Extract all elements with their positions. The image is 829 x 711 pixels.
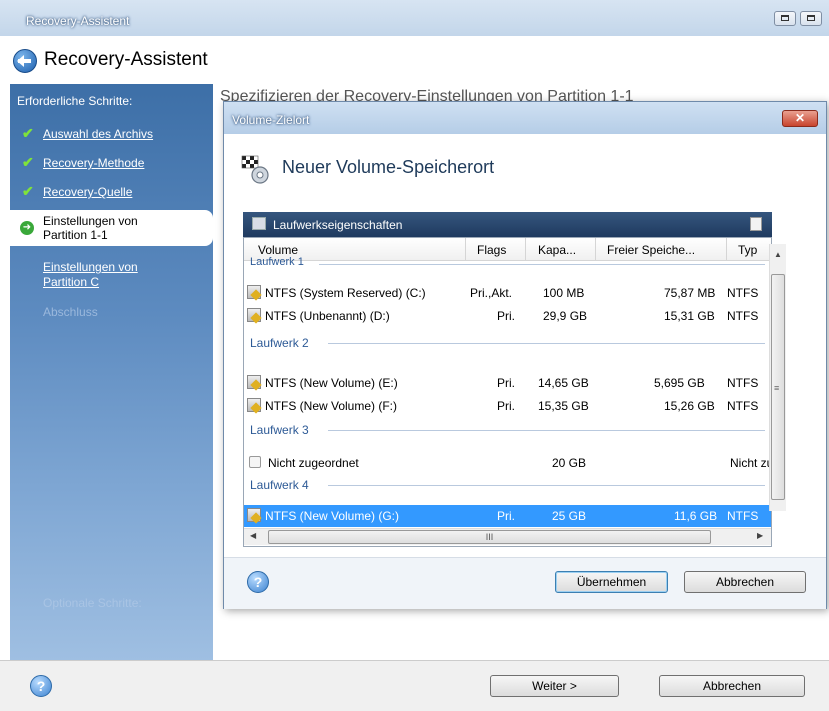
table-row[interactable]: NTFS (Unbenannt) (D:) Pri. 29,9 GB 15,31… — [244, 305, 771, 327]
horizontal-scroll-thumb[interactable]: III — [268, 530, 711, 544]
step-label[interactable]: Recovery-Quelle — [43, 185, 132, 199]
cancel-button[interactable]: Abbrechen — [659, 675, 805, 697]
volume-icon — [247, 375, 261, 389]
dialog-title-bar: Volume-Zielort ✕ — [224, 102, 826, 134]
volume-icon — [247, 285, 261, 299]
table-header: Volume Flags Kapa... Freier Speiche... T… — [244, 238, 771, 261]
group-label-drive-2: Laufwerk 2 — [250, 336, 309, 350]
scroll-up-icon[interactable]: ▲ — [774, 250, 782, 259]
drive-icon — [252, 217, 266, 230]
steps-sidebar: Erforderliche Schritte: ✔ Auswahl des Ar… — [10, 84, 213, 660]
scroll-right-icon[interactable]: ▶ — [757, 531, 763, 540]
step-partition-1-1-settings[interactable]: ➜ Einstellungen von Partition 1-1 — [10, 210, 213, 246]
properties-icon[interactable] — [750, 217, 762, 231]
volume-icon — [247, 308, 261, 322]
group-label-drive-1: Laufwerk 1 — [250, 257, 304, 265]
unallocated-icon — [249, 456, 261, 468]
help-icon[interactable]: ? — [30, 675, 52, 697]
wizard-footer: ? Weiter > Abbrechen — [0, 660, 829, 711]
next-button[interactable]: Weiter > — [490, 675, 619, 697]
column-free-space[interactable]: Freier Speiche... — [607, 243, 695, 257]
step-label: Abschluss — [43, 305, 98, 319]
close-icon[interactable]: ✕ — [782, 110, 818, 127]
dialog-heading: Neuer Volume-Speicherort — [282, 157, 495, 177]
help-icon[interactable]: ? — [247, 571, 269, 593]
checkmark-icon: ✔ — [22, 125, 34, 141]
page-title: Recovery-Assistent — [44, 49, 208, 70]
wizard-header: Recovery-Assistent — [0, 36, 829, 84]
back-arrow-icon[interactable] — [13, 49, 37, 73]
checkmark-icon: ✔ — [22, 154, 34, 170]
group-label-drive-4: Laufwerk 4 — [250, 478, 309, 492]
vertical-scrollbar[interactable]: ▲ ≡ — [769, 244, 786, 511]
scroll-left-icon[interactable]: ◀ — [250, 531, 256, 540]
volume-icon — [247, 508, 261, 522]
window-title: Recovery-Assistent — [26, 14, 130, 28]
recovery-wizard-window: Recovery-Assistent Recovery-Assistent Er… — [0, 0, 829, 711]
table-row[interactable]: Nicht zugeordnet 20 GB Nicht zug — [244, 452, 771, 474]
step-label[interactable]: Einstellungen von Partition C — [43, 260, 183, 290]
table-row[interactable]: NTFS (System Reserved) (C:) Pri.,Akt. 10… — [244, 282, 771, 304]
current-step-arrow-icon: ➜ — [20, 221, 34, 235]
maximize-button[interactable] — [800, 11, 822, 26]
step-label[interactable]: Recovery-Methode — [43, 156, 144, 170]
volume-icon — [247, 398, 261, 412]
checkered-flag-icon — [241, 155, 269, 184]
title-bar: Recovery-Assistent — [0, 0, 829, 37]
horizontal-scrollbar[interactable]: ◀ III ▶ — [244, 528, 771, 545]
checkmark-icon: ✔ — [22, 183, 34, 199]
volume-destination-dialog: Volume-Zielort ✕ Neuer Volume-Speicheror… — [223, 101, 827, 609]
dialog-cancel-button[interactable]: Abbrechen — [684, 571, 806, 593]
step-label[interactable]: Auswahl des Archivs — [43, 127, 153, 141]
panel-title: Laufwerkseigenschaften — [273, 218, 403, 232]
restore-button[interactable] — [774, 11, 796, 26]
dialog-footer: ? Übernehmen Abbrechen — [224, 557, 826, 609]
column-type[interactable]: Typ — [738, 243, 757, 257]
optional-steps-heading: Optionale Schritte: — [43, 596, 142, 610]
apply-button[interactable]: Übernehmen — [555, 571, 668, 593]
required-steps-heading: Erforderliche Schritte: — [17, 94, 133, 108]
grip-icon: ≡ — [774, 383, 780, 393]
table-row[interactable]: NTFS (New Volume) (E:) Pri. 14,65 GB 5,6… — [244, 372, 771, 394]
column-capacity[interactable]: Kapa... — [538, 243, 576, 257]
column-flags[interactable]: Flags — [477, 243, 506, 257]
step-label: Einstellungen von Partition 1-1 — [43, 214, 138, 242]
table-row-selected[interactable]: NTFS (New Volume) (G:) Pri. 25 GB 11,6 G… — [244, 505, 771, 527]
drive-properties-header: Laufwerkseigenschaften — [243, 212, 772, 237]
table-row[interactable]: NTFS (New Volume) (F:) Pri. 15,35 GB 15,… — [244, 395, 771, 417]
column-volume[interactable]: Volume — [258, 243, 298, 257]
group-label-drive-3: Laufwerk 3 — [250, 423, 309, 437]
volume-table: Volume Flags Kapa... Freier Speiche... T… — [243, 237, 772, 547]
dialog-title: Volume-Zielort — [232, 113, 310, 127]
